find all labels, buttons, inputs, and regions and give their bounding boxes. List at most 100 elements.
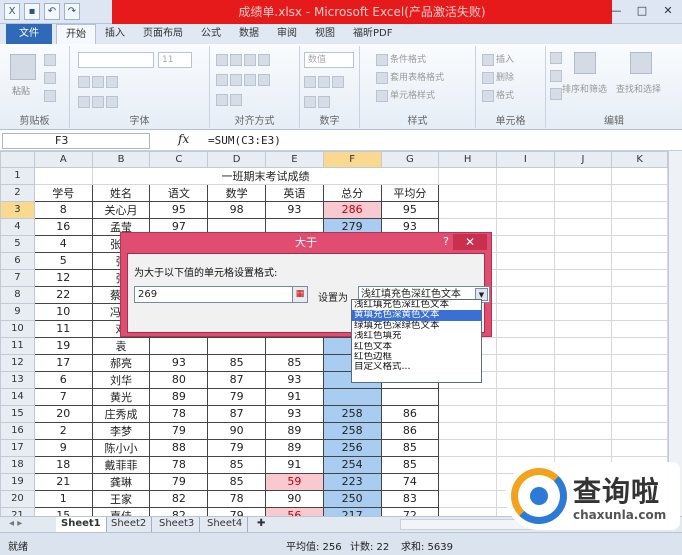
number-format-box[interactable]: 数值 <box>304 52 354 68</box>
format-option[interactable]: 浅红填充色深红色文本 <box>352 300 481 310</box>
cell[interactable] <box>496 353 555 372</box>
cell[interactable]: 85 <box>380 455 440 474</box>
cell[interactable]: 258 <box>322 404 382 423</box>
cell[interactable]: 223 <box>322 472 382 491</box>
cell[interactable]: 85 <box>380 438 440 457</box>
sheet-nav-icon[interactable]: ◂ ▸ <box>4 517 27 532</box>
autosum-icon[interactable] <box>550 52 564 64</box>
cell[interactable] <box>611 370 668 389</box>
cell[interactable]: 93 <box>264 200 324 219</box>
cell[interactable]: 10 <box>33 302 93 321</box>
cell[interactable]: 15 <box>33 506 93 516</box>
header-cell[interactable]: 学号 <box>33 183 93 202</box>
cell[interactable] <box>438 200 497 219</box>
cell[interactable]: 82 <box>149 489 209 508</box>
cell[interactable] <box>611 336 668 355</box>
cell[interactable] <box>611 319 668 338</box>
cell[interactable] <box>553 336 613 355</box>
percent-icon[interactable] <box>304 76 346 88</box>
cell[interactable]: 16 <box>33 217 93 236</box>
column-header[interactable]: B <box>91 151 151 168</box>
cell[interactable]: 82 <box>149 506 209 516</box>
cell[interactable] <box>496 421 555 440</box>
cell[interactable]: 11 <box>33 319 93 338</box>
cell[interactable] <box>496 370 555 389</box>
cell[interactable] <box>611 251 668 270</box>
fill-icon[interactable] <box>550 70 564 82</box>
tab-sheet1[interactable]: Sheet1 <box>56 517 107 532</box>
cell[interactable]: 78 <box>149 404 209 423</box>
sort-filter-button[interactable]: 排序和筛选 <box>562 82 607 95</box>
insert-function-icon[interactable]: fx <box>178 132 189 146</box>
cell[interactable]: 9 <box>33 438 93 457</box>
cell[interactable]: 17 <box>33 353 93 372</box>
insert-cells-button[interactable]: 插入 <box>482 52 514 66</box>
cell[interactable] <box>553 268 613 287</box>
cell[interactable] <box>438 387 497 406</box>
row-header[interactable]: 4 <box>0 217 35 236</box>
cell[interactable] <box>611 404 668 423</box>
cell[interactable]: 258 <box>322 421 382 440</box>
row-header[interactable]: 10 <box>0 319 35 338</box>
format-options-list[interactable]: 浅红填充色深红色文本 黄填充色深黄色文本 绿填充色深绿色文本 浅红色填充 红色文… <box>351 299 482 383</box>
tab-home[interactable]: 开始 <box>56 24 96 44</box>
cell[interactable]: 79 <box>207 506 266 516</box>
cell[interactable] <box>438 472 497 491</box>
format-option[interactable]: 红色文本 <box>352 342 481 352</box>
cell[interactable]: 郝亮 <box>91 353 151 372</box>
paste-button[interactable]: 粘贴 <box>12 84 30 97</box>
row-header[interactable]: 14 <box>0 387 35 406</box>
cell[interactable]: 78 <box>149 455 209 474</box>
cell[interactable] <box>611 166 668 185</box>
header-cell[interactable]: 姓名 <box>91 183 151 202</box>
row-header[interactable]: 5 <box>0 234 35 253</box>
align-left-icon[interactable] <box>216 74 272 86</box>
cell[interactable] <box>611 438 668 457</box>
cell[interactable] <box>496 217 555 236</box>
cell[interactable]: 79 <box>149 472 209 491</box>
maximize-button[interactable]: □ <box>630 2 654 20</box>
tab-review[interactable]: 审阅 <box>268 24 306 44</box>
tab-sheet3[interactable]: Sheet3 <box>154 517 201 532</box>
cell[interactable] <box>438 421 497 440</box>
cell[interactable]: 88 <box>149 438 209 457</box>
cell[interactable] <box>611 217 668 236</box>
cell[interactable]: 93 <box>264 370 324 389</box>
decimal-icon[interactable] <box>304 96 332 108</box>
cell[interactable]: 89 <box>264 438 324 457</box>
header-cell[interactable]: 平均分 <box>380 183 440 202</box>
tab-sheet4[interactable]: Sheet4 <box>202 517 249 532</box>
cell[interactable]: 8 <box>33 200 93 219</box>
cell[interactable]: 59 <box>264 472 324 491</box>
cell[interactable]: 黄光 <box>91 387 151 406</box>
cell[interactable] <box>438 438 497 457</box>
cell[interactable]: 90 <box>207 421 266 440</box>
cell[interactable]: 袁 <box>91 336 151 355</box>
cell[interactable]: 85 <box>207 455 266 474</box>
cell[interactable] <box>553 370 613 389</box>
select-all-corner[interactable] <box>0 151 35 168</box>
help-icon[interactable]: ? <box>443 235 449 248</box>
cell[interactable] <box>496 166 555 185</box>
format-option[interactable]: 绿填充色深绿色文本 <box>352 321 481 331</box>
cell[interactable] <box>553 183 613 202</box>
cell[interactable] <box>496 302 555 321</box>
tab-insert[interactable]: 插入 <box>96 24 134 44</box>
cell[interactable]: 22 <box>33 285 93 304</box>
threshold-input[interactable]: 269 <box>134 286 294 303</box>
cell[interactable]: 95 <box>380 200 440 219</box>
format-cells-button[interactable]: 格式 <box>482 88 514 102</box>
redo-icon[interactable]: ↷ <box>64 3 80 20</box>
cell[interactable]: 龚琳 <box>91 472 151 491</box>
cell[interactable]: 7 <box>33 387 93 406</box>
copy-icon[interactable] <box>44 72 58 84</box>
cell[interactable] <box>611 234 668 253</box>
cell[interactable]: 6 <box>33 370 93 389</box>
close-window-button[interactable]: ✕ <box>656 2 680 20</box>
cell[interactable]: 20 <box>33 404 93 423</box>
cell[interactable] <box>322 387 382 406</box>
row-header[interactable]: 19 <box>0 472 35 491</box>
cell[interactable]: 86 <box>380 404 440 423</box>
cell[interactable] <box>553 319 613 338</box>
cell[interactable] <box>553 166 613 185</box>
